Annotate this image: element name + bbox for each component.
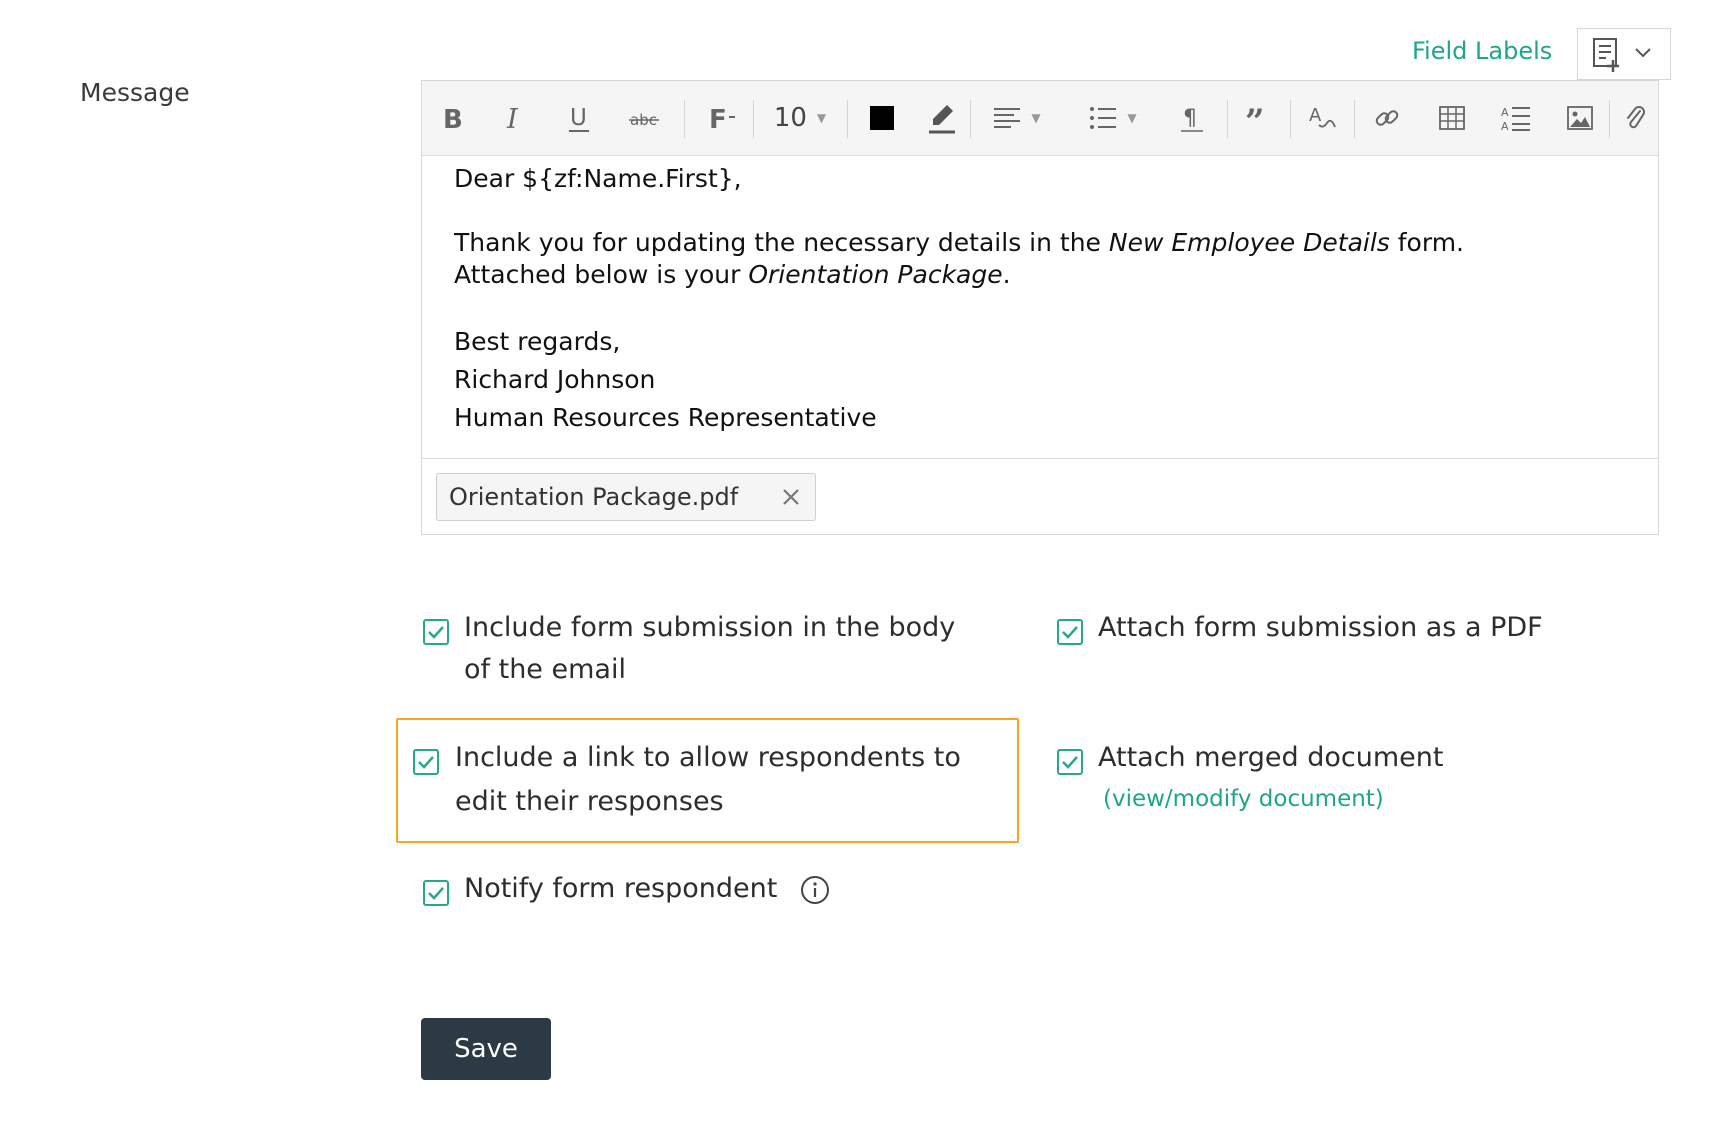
notify-respondent-label[interactable]: Notify form respondent [464, 868, 777, 910]
editor-toolbar: B I U abc F 10 ▼ ▼ ▼ ¶ ” A A A [422, 81, 1658, 156]
svg-text:”: ” [1245, 105, 1265, 131]
attach-pdf-checkbox[interactable] [1057, 619, 1083, 645]
close-icon[interactable] [777, 483, 805, 517]
message-line-1: Thank you for updating the necessary det… [454, 228, 1464, 257]
italic-icon[interactable]: I [495, 81, 535, 155]
attachment-icon[interactable] [1615, 81, 1655, 155]
attach-merged-checkbox[interactable] [1057, 749, 1083, 775]
svg-text:F: F [709, 105, 727, 133]
message-field-label: Message [80, 78, 190, 107]
attachment-chip[interactable]: Orientation Package.pdf [436, 473, 816, 521]
edit-link-label[interactable]: Include a link to allow respondents to e… [455, 736, 961, 824]
spellcheck-icon[interactable]: A [1302, 81, 1342, 155]
check-icon [418, 756, 434, 769]
text-color-icon[interactable] [862, 81, 902, 155]
strikethrough-icon[interactable]: abc [624, 81, 664, 155]
link-icon[interactable] [1367, 81, 1407, 155]
insert-field-icon [1593, 38, 1651, 72]
edit-link-checkbox[interactable] [413, 749, 439, 775]
message-editor[interactable]: B I U abc F 10 ▼ ▼ ▼ ¶ ” A A A Dear ${zf… [421, 80, 1659, 535]
chevron-down-icon: ▼ [1127, 111, 1137, 125]
attach-merged-label[interactable]: Attach merged document [1098, 737, 1444, 779]
attachment-filename: Orientation Package.pdf [449, 483, 739, 511]
message-line-2: Attached below is your Orientation Packa… [454, 260, 1011, 289]
insert-field-button[interactable] [1577, 28, 1671, 80]
view-modify-document-link[interactable]: (view/modify document) [1103, 786, 1384, 812]
include-submission-label[interactable]: Include form submission in the body of t… [464, 607, 955, 691]
signature-title: Human Resources Representative [454, 403, 877, 432]
message-body[interactable]: Dear ${zf:Name.First}, Thank you for upd… [454, 163, 1634, 437]
field-labels-link[interactable]: Field Labels [1412, 37, 1552, 65]
check-icon [1062, 756, 1078, 769]
save-button[interactable]: Save [421, 1018, 551, 1080]
chevron-down-icon: ▼ [1031, 111, 1041, 125]
svg-text:B: B [443, 105, 463, 133]
bold-icon[interactable]: B [432, 81, 472, 155]
font-size-select[interactable]: 10 ▼ [760, 81, 840, 155]
quote-icon[interactable]: ” [1237, 81, 1277, 155]
svg-text:A: A [1501, 106, 1509, 119]
font-family-icon[interactable]: F [702, 81, 746, 155]
font-size-value: 10 [773, 103, 807, 133]
closing-text: Best regards, [454, 327, 621, 356]
paragraph-icon[interactable]: ¶ [1172, 81, 1212, 155]
include-submission-checkbox[interactable] [423, 619, 449, 645]
list-icon[interactable]: ▼ [1078, 81, 1148, 155]
align-icon[interactable]: ▼ [982, 81, 1052, 155]
greeting-text: Dear ${zf:Name.First}, [454, 164, 742, 193]
svg-text:U: U [570, 105, 587, 131]
svg-text:A: A [1501, 120, 1509, 132]
attachment-area: Orientation Package.pdf [422, 458, 1658, 535]
info-icon[interactable] [800, 875, 830, 909]
svg-text:¶: ¶ [1183, 106, 1197, 131]
check-icon [1062, 626, 1078, 639]
svg-text:I: I [506, 104, 519, 133]
image-icon[interactable] [1560, 81, 1600, 155]
chevron-down-icon: ▼ [816, 111, 827, 125]
notify-respondent-checkbox[interactable] [423, 880, 449, 906]
check-icon [428, 887, 444, 900]
check-icon [428, 626, 444, 639]
underline-icon[interactable]: U [559, 81, 599, 155]
highlight-color-icon[interactable] [922, 81, 962, 155]
svg-text:A: A [1309, 105, 1322, 126]
table-icon[interactable] [1432, 81, 1472, 155]
signature-name: Richard Johnson [454, 365, 656, 394]
line-spacing-icon[interactable]: AA [1496, 81, 1536, 155]
attach-pdf-label[interactable]: Attach form submission as a PDF [1098, 607, 1543, 649]
